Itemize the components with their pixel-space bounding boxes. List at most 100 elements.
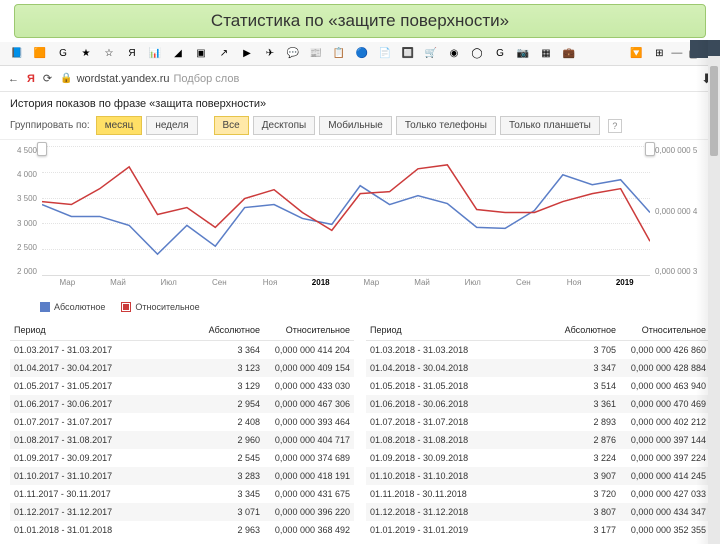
filter-phones-toggle[interactable]: Только телефоны: [396, 116, 496, 135]
legend-absolute[interactable]: Абсолютное: [40, 302, 105, 312]
range-slider-left[interactable]: [37, 142, 47, 156]
bookmark-overflow-icon[interactable]: 🔽: [625, 45, 647, 63]
cell-abs: 3 705: [564, 345, 616, 355]
cell-abs: 2 876: [564, 435, 616, 445]
cell-rel: 0,000 000 404 717: [260, 435, 350, 445]
filter-mobile-toggle[interactable]: Мобильные: [319, 116, 392, 135]
cell-period: 01.03.2018 - 31.03.2018: [370, 345, 564, 355]
bookmark-icon[interactable]: 📘: [6, 45, 28, 63]
range-slider-right[interactable]: [645, 142, 655, 156]
bookmark-icon[interactable]: ★: [75, 45, 97, 63]
cell-abs: 3 129: [208, 381, 260, 391]
legend-label: Абсолютное: [54, 302, 105, 312]
cell-abs: 3 347: [564, 363, 616, 373]
y-tick: 4 000: [10, 170, 37, 179]
bookmark-icon[interactable]: 📋: [328, 45, 350, 63]
bookmark-icon[interactable]: 📊: [144, 45, 166, 63]
bookmark-icon[interactable]: ◯: [466, 45, 488, 63]
help-icon[interactable]: ?: [608, 119, 622, 133]
x-tick: Мар: [42, 278, 93, 296]
bookmark-icon[interactable]: ▣: [190, 45, 212, 63]
cell-period: 01.09.2017 - 30.09.2017: [14, 453, 208, 463]
cell-rel: 0,000 000 434 347: [616, 507, 706, 517]
legend-swatch-icon: [121, 302, 131, 312]
bookmark-icon[interactable]: Я: [121, 45, 143, 63]
bookmark-icon[interactable]: 📷: [512, 45, 534, 63]
x-tick: Сен: [498, 278, 549, 296]
chart-plot[interactable]: [42, 146, 650, 276]
bookmark-icon[interactable]: ◢: [167, 45, 189, 63]
bookmark-icon[interactable]: G: [489, 45, 511, 63]
extensions-icon[interactable]: ⊞: [648, 45, 670, 63]
x-tick: 2018: [295, 278, 346, 296]
table-row: 01.01.2018 - 31.01.20182 9630,000 000 36…: [10, 521, 354, 539]
filter-all-toggle[interactable]: Все: [214, 116, 249, 135]
shadow: [696, 40, 708, 544]
back-button[interactable]: ←: [8, 73, 19, 85]
cell-period: 01.05.2017 - 31.05.2017: [14, 381, 208, 391]
bookmark-icon[interactable]: G: [52, 45, 74, 63]
cell-abs: 2 963: [208, 525, 260, 535]
group-month-toggle[interactable]: месяц: [96, 116, 143, 135]
chart: 4 500 4 000 3 500 3 000 2 500 2 000 0,00…: [10, 146, 710, 296]
cell-period: 01.04.2017 - 30.04.2017: [14, 363, 208, 373]
y-tick: 3 500: [10, 194, 37, 203]
cell-period: 01.12.2018 - 31.12.2018: [370, 507, 564, 517]
minimize-button[interactable]: —: [671, 47, 682, 60]
chart-lines: [42, 146, 650, 275]
legend-label: Относительное: [135, 302, 199, 312]
table-row: 01.09.2018 - 30.09.20183 2240,000 000 39…: [366, 449, 710, 467]
col-period: Период: [370, 325, 564, 335]
cell-abs: 3 720: [564, 489, 616, 499]
cell-period: 01.08.2018 - 31.08.2018: [370, 435, 564, 445]
bookmark-icon[interactable]: ▦: [535, 45, 557, 63]
bookmark-icon[interactable]: 🔲: [397, 45, 419, 63]
scrollbar[interactable]: [708, 56, 720, 544]
x-tick: Сен: [194, 278, 245, 296]
bookmark-icon[interactable]: ☆: [98, 45, 120, 63]
bookmark-icon[interactable]: 💼: [558, 45, 580, 63]
bookmark-icon[interactable]: 🟧: [29, 45, 51, 63]
y-tick: 2 000: [10, 267, 37, 276]
cell-rel: 0,000 000 418 191: [260, 471, 350, 481]
group-week-toggle[interactable]: неделя: [146, 116, 197, 135]
bookmark-icon[interactable]: ✈: [259, 45, 281, 63]
bookmark-icon[interactable]: ↗: [213, 45, 235, 63]
col-abs: Абсолютное: [208, 325, 260, 335]
yandex-icon[interactable]: Я: [27, 73, 35, 85]
table-header: Период Абсолютное Относительное: [366, 320, 710, 341]
reload-icon[interactable]: ⟳: [43, 72, 52, 85]
cell-period: 01.06.2018 - 30.06.2018: [370, 399, 564, 409]
cell-abs: 3 123: [208, 363, 260, 373]
cell-period: 01.05.2018 - 31.05.2018: [370, 381, 564, 391]
cell-period: 01.01.2018 - 31.01.2018: [14, 525, 208, 535]
bookmark-icon[interactable]: 📄: [374, 45, 396, 63]
x-tick: Май: [93, 278, 144, 296]
cell-rel: 0,000 000 467 306: [260, 399, 350, 409]
cell-period: 01.09.2018 - 30.09.2018: [370, 453, 564, 463]
table-right: Период Абсолютное Относительное 01.03.20…: [366, 320, 710, 539]
bookmark-icon[interactable]: ◉: [443, 45, 465, 63]
filter-desktop-toggle[interactable]: Десктопы: [253, 116, 315, 135]
url-field[interactable]: 🔒 wordstat.yandex.ru Подбор слов: [60, 73, 693, 85]
table-row: 01.03.2018 - 31.03.20183 7050,000 000 42…: [366, 341, 710, 359]
cell-rel: 0,000 000 397 224: [616, 453, 706, 463]
col-rel: Относительное: [260, 325, 350, 335]
table-row: 01.05.2017 - 31.05.20173 1290,000 000 43…: [10, 377, 354, 395]
bookmark-icon[interactable]: 🛒: [420, 45, 442, 63]
table-row: 01.12.2018 - 31.12.20183 8070,000 000 43…: [366, 503, 710, 521]
bookmark-icon[interactable]: 🔵: [351, 45, 373, 63]
bookmark-icon[interactable]: ▶: [236, 45, 258, 63]
cell-rel: 0,000 000 402 212: [616, 417, 706, 427]
chart-legend: Абсолютное Относительное: [0, 298, 720, 320]
cell-rel: 0,000 000 470 469: [616, 399, 706, 409]
cell-period: 01.11.2018 - 30.11.2018: [370, 489, 564, 499]
cell-abs: 2 960: [208, 435, 260, 445]
scroll-thumb[interactable]: [710, 66, 718, 156]
bookmark-icon[interactable]: 💬: [282, 45, 304, 63]
legend-relative[interactable]: Относительное: [121, 302, 199, 312]
cell-abs: 3 177: [564, 525, 616, 535]
filter-tablets-toggle[interactable]: Только планшеты: [500, 116, 600, 135]
table-row: 01.05.2018 - 31.05.20183 5140,000 000 46…: [366, 377, 710, 395]
bookmark-icon[interactable]: 📰: [305, 45, 327, 63]
